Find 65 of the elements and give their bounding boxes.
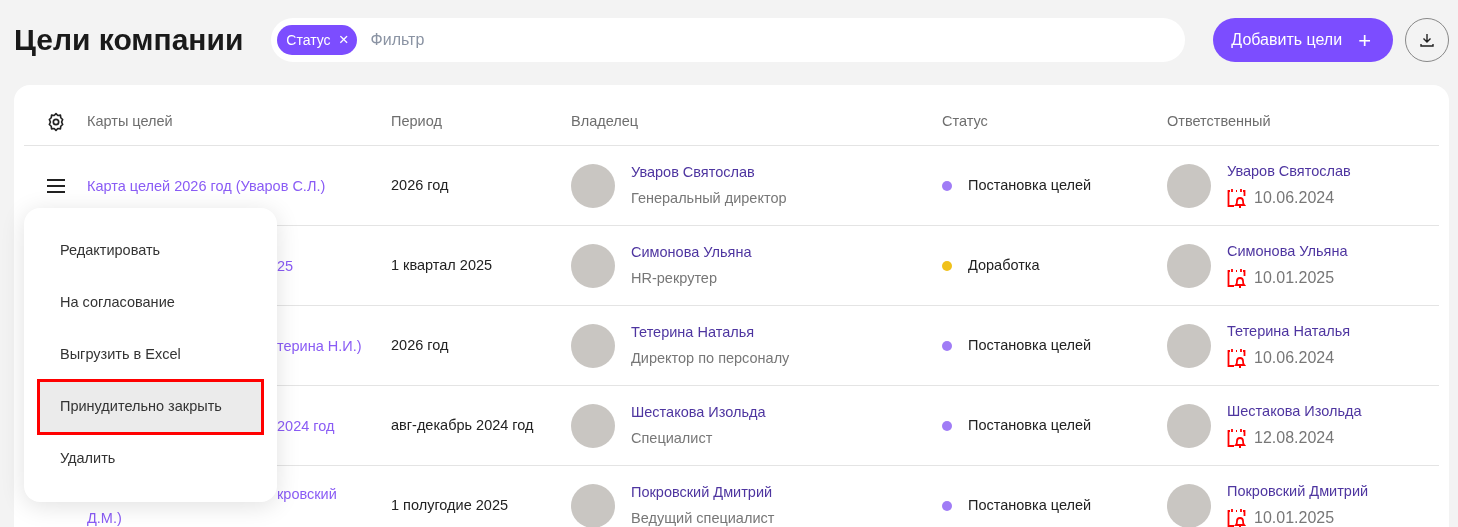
responsible-name[interactable]: Симонова Ульяна [1227, 240, 1348, 263]
menu-item[interactable]: Принудительно закрыть [39, 381, 262, 433]
period-text: 1 квартал 2025 [391, 256, 493, 273]
menu-item[interactable]: Выгрузить в Excel [39, 329, 262, 381]
owner-position: Ведущий специалист [631, 508, 775, 527]
responsible-name[interactable]: Уваров Святослав [1227, 160, 1351, 183]
avatar-placeholder [1167, 243, 1211, 288]
status-text: Доработка [968, 255, 1040, 275]
download-icon [1419, 32, 1435, 48]
owner-name[interactable]: Шестакова Изольда [631, 401, 766, 424]
column-header: Владелец [571, 113, 639, 130]
avatar-placeholder [571, 403, 615, 448]
calendar-bell-icon [1227, 428, 1246, 449]
remove-icon[interactable]: × [338, 27, 349, 53]
column-header: Карты целей [87, 113, 173, 130]
filter-chip[interactable]: Статус × [277, 25, 357, 55]
owner-position: Директор по персоналу [631, 348, 790, 368]
column-header: Период [391, 113, 442, 130]
status-text: Постановка целей [968, 415, 1092, 435]
goal-map-link[interactable]: Карта целей 2026 год (Уваров С.Л.) [87, 173, 326, 198]
calendar-bell-icon [1227, 508, 1246, 527]
goal-map-link[interactable]: Д.М.) [87, 505, 122, 527]
due-date: 12.08.2024 [1254, 428, 1335, 449]
period-text: 1 полугодие 2025 [391, 496, 509, 513]
add-goals-button[interactable]: Добавить цели + [1213, 18, 1393, 62]
calendar-bell-icon [1227, 268, 1246, 289]
period-text: 2026 год [391, 336, 449, 353]
menu-item[interactable]: На согласование [39, 277, 262, 329]
avatar-placeholder [1167, 483, 1211, 527]
responsible-name[interactable]: Покровский Дмитрий [1227, 480, 1369, 503]
owner-name[interactable]: Покровский Дмитрий [631, 481, 775, 504]
chip-label: Статус [286, 30, 331, 50]
due-date: 10.06.2024 [1254, 348, 1335, 369]
period-text: 2026 год [391, 176, 449, 193]
avatar-placeholder [571, 243, 615, 288]
menu-icon[interactable] [45, 177, 66, 194]
menu-item[interactable]: Удалить [39, 433, 262, 485]
owner-position: Генеральный директор [631, 188, 787, 208]
avatar-placeholder [571, 163, 615, 208]
menu-item[interactable]: Редактировать [39, 225, 262, 277]
due-date: 10.06.2024 [1254, 188, 1335, 209]
avatar-placeholder [1167, 163, 1211, 208]
column-header: Ответственный [1167, 113, 1271, 130]
filter-field[interactable]: Статус × Фильтр [271, 18, 1186, 62]
due-date: 10.01.2025 [1254, 268, 1335, 289]
calendar-bell-icon [1227, 348, 1246, 369]
period-text: авг-декабрь 2024 год [391, 416, 534, 433]
status-text: Постановка целей [968, 495, 1092, 515]
responsible-name[interactable]: Тетерина Наталья [1227, 320, 1351, 343]
owner-name[interactable]: Тетерина Наталья [631, 321, 790, 344]
owner-position: HR-рекрутер [631, 268, 718, 288]
owner-position: Специалист [631, 428, 714, 448]
status-text: Постановка целей [968, 175, 1092, 195]
avatar-placeholder [1167, 403, 1211, 448]
calendar-bell-icon [1227, 188, 1246, 209]
responsible-name[interactable]: Шестакова Изольда [1227, 400, 1362, 423]
owner-name[interactable]: Симонова Ульяна [631, 241, 752, 264]
status-text: Постановка целей [968, 335, 1092, 355]
page-title: Цели компании [14, 22, 244, 58]
owner-name[interactable]: Уваров Святослав [631, 161, 787, 184]
due-date: 10.01.2025 [1254, 508, 1335, 527]
column-header: Статус [942, 113, 988, 130]
avatar-placeholder [571, 323, 615, 368]
avatar-placeholder [1167, 323, 1211, 368]
avatar-placeholder [571, 483, 615, 527]
